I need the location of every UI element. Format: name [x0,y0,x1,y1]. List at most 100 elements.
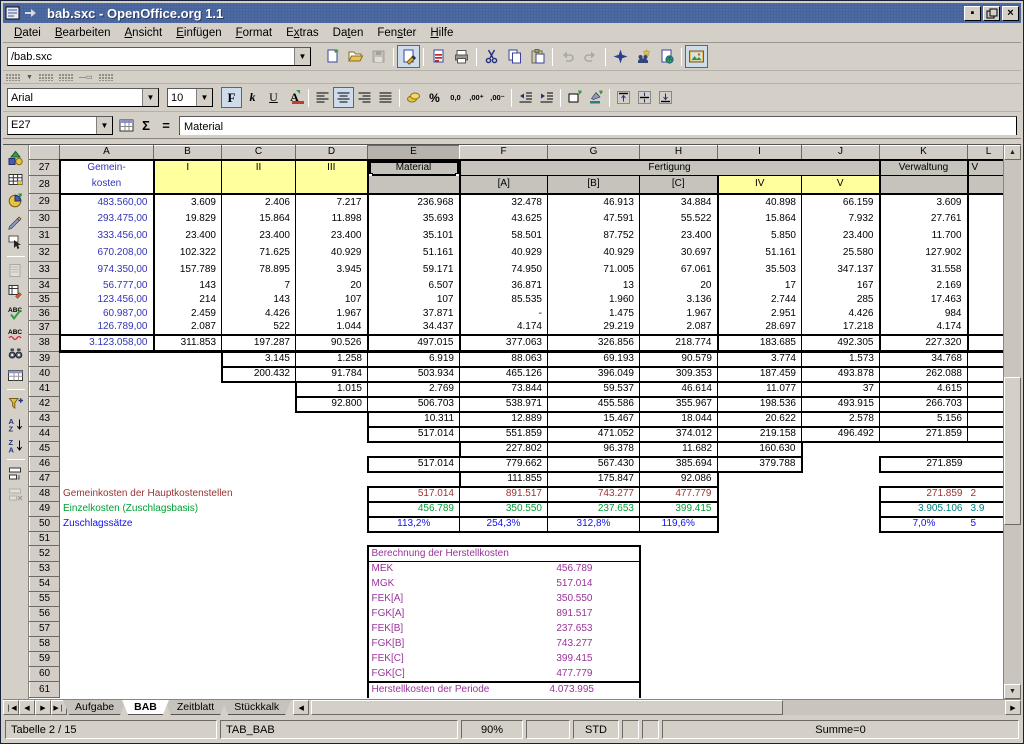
name-box[interactable]: ▼ [7,116,113,135]
cell-F33[interactable]: 74.950 [460,262,548,279]
cell-K40[interactable]: 262.088 [880,367,968,382]
cell-J42[interactable]: 493.915 [802,397,880,412]
horizontal-scroll-thumb[interactable] [311,700,783,715]
cell-C43[interactable] [222,412,296,427]
function-icon[interactable]: = [156,116,176,135]
cell-H29[interactable]: 34.884 [640,194,718,211]
col-header-E[interactable]: E [368,146,460,160]
cell-D59[interactable] [296,652,368,667]
title-bar[interactable]: bab.sxc - OpenOffice.org 1.1 ▪ × [3,3,1021,23]
percent-icon[interactable]: % [424,87,445,108]
cell-H33[interactable]: 67.061 [640,262,718,279]
cell-L61[interactable] [968,682,1004,698]
cell-E44[interactable]: 517.014 [368,427,460,442]
cell-D38[interactable]: 90.526 [296,335,368,352]
cell-L46[interactable] [968,457,1004,472]
cell-K50[interactable]: 7,0% [880,517,968,532]
cell-E42[interactable]: 506.703 [368,397,460,412]
cell-C32[interactable]: 71.625 [222,245,296,262]
cell-H59[interactable] [640,652,718,667]
open-icon[interactable] [344,45,367,68]
cell-J55[interactable] [802,592,880,607]
cell-A45[interactable] [60,442,154,457]
row-header-34[interactable]: 34 [30,279,60,293]
cell-C58[interactable] [222,637,296,652]
cell-B51[interactable] [154,532,222,546]
cell-C59[interactable] [222,652,296,667]
cell-F34[interactable]: 36.871 [460,279,548,293]
cell-J45[interactable] [802,442,880,457]
cell-L52[interactable] [968,546,1004,562]
cell-C34[interactable]: 7 [222,279,296,293]
col-header-D[interactable]: D [296,146,368,160]
cell-K27[interactable]: Verwaltung [880,160,968,176]
cell-C38[interactable]: 197.287 [222,335,296,352]
cell-I57[interactable] [718,622,802,637]
cell-H34[interactable]: 20 [640,279,718,293]
borders-icon[interactable] [564,87,585,108]
cell-J47[interactable] [802,472,880,487]
row-header-31[interactable]: 31 [30,228,60,245]
cell-K45[interactable] [880,442,968,457]
cell-H37[interactable]: 2.087 [640,321,718,335]
cell-K57[interactable] [880,622,968,637]
cell-A44[interactable] [60,427,154,442]
cell-B46[interactable] [154,457,222,472]
cell-A53[interactable] [60,562,154,577]
sheet-tab-stückkalk[interactable]: Stückkalk [222,700,291,715]
cell-D43[interactable] [296,412,368,427]
cell-I29[interactable]: 40.898 [718,194,802,211]
cell-B39[interactable] [154,352,222,367]
cell-K59[interactable] [880,652,968,667]
cell-F42[interactable]: 538.971 [460,397,548,412]
tab-split-handle[interactable]: ◀ [293,700,309,715]
cell-D36[interactable]: 1.967 [296,307,368,321]
cell-I46[interactable]: 379.788 [718,457,802,472]
cell-J41[interactable]: 37 [802,382,880,397]
cell-A38[interactable]: 3.123.058,00 [60,335,154,352]
form-controls-icon[interactable] [5,232,26,253]
cell-F31[interactable]: 58.501 [460,228,548,245]
col-header-L[interactable]: L [968,146,1004,160]
row-header-49[interactable]: 49 [30,502,60,517]
cell-J49[interactable] [802,502,880,517]
cell-I44[interactable]: 219.158 [718,427,802,442]
cell-A28[interactable]: kosten [60,176,154,194]
cell-A61[interactable] [60,682,154,698]
decrease-indent-icon[interactable] [515,87,536,108]
cell-G56[interactable]: 891.517 [548,607,640,622]
cell-G31[interactable]: 87.752 [548,228,640,245]
col-header-C[interactable]: C [222,146,296,160]
spellcheck-icon[interactable]: ABC [5,302,26,323]
cell-H41[interactable]: 46.614 [640,382,718,397]
cell-B42[interactable] [154,397,222,412]
cell-F41[interactable]: 73.844 [460,382,548,397]
draw-functions-icon[interactable] [5,211,26,232]
cell-G35[interactable]: 1.960 [548,293,640,307]
data-sources-table-icon[interactable] [5,365,26,386]
data-sources-icon[interactable] [632,45,655,68]
cell-L30[interactable] [968,211,1004,228]
row-header-60[interactable]: 60 [30,667,60,682]
vertical-scroll-thumb[interactable] [1004,377,1021,525]
cell-I32[interactable]: 51.161 [718,245,802,262]
standard-format-icon[interactable]: 0,0 [445,87,466,108]
cell-C39[interactable]: 3.145 [222,352,296,367]
cell-K52[interactable] [880,546,968,562]
cell-I51[interactable] [718,532,802,546]
row-header-36[interactable]: 36 [30,307,60,321]
cell-L28[interactable] [968,176,1004,194]
row-header-32[interactable]: 32 [30,245,60,262]
cell-G41[interactable]: 59.537 [548,382,640,397]
menu-bearbeiten[interactable]: Bearbeiten [48,25,118,41]
name-box-dropdown-icon[interactable]: ▼ [96,117,112,134]
cell-I58[interactable] [718,637,802,652]
cell-G42[interactable]: 455.586 [548,397,640,412]
cell-I36[interactable]: 2.951 [718,307,802,321]
cell-J29[interactable]: 66.159 [802,194,880,211]
cell-D29[interactable]: 7.217 [296,194,368,211]
sort-ascending-icon[interactable]: AZ [5,414,26,435]
row-header-38[interactable]: 38 [30,335,60,352]
cell-K51[interactable] [880,532,968,546]
cell-B61[interactable] [154,682,222,698]
